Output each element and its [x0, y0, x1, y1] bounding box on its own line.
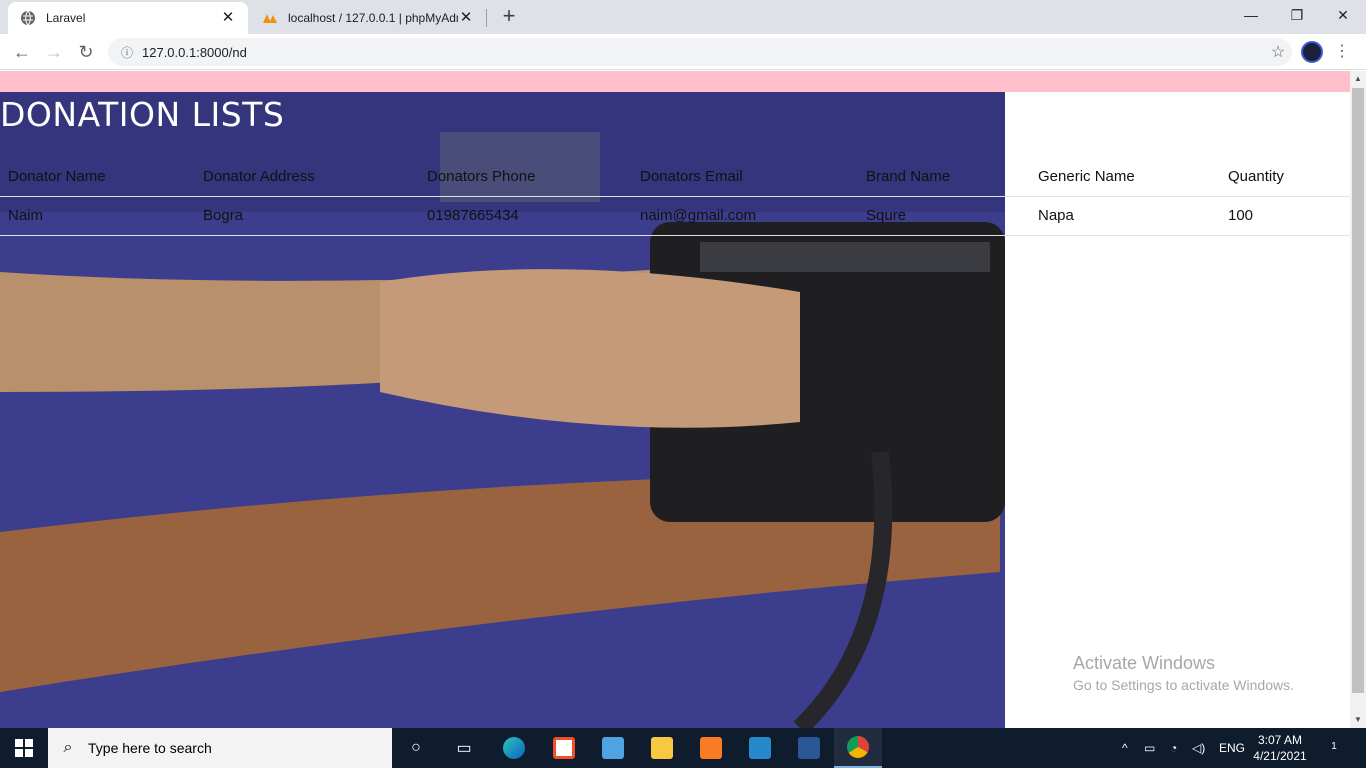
globe-icon: [21, 10, 35, 26]
header-brand-name: Brand Name: [858, 157, 1030, 197]
file-explorer-icon[interactable]: [638, 728, 686, 768]
activate-windows-title: Activate Windows: [1073, 653, 1216, 673]
show-hidden-icons[interactable]: ^: [1122, 728, 1128, 768]
header-generic-name: Generic Name: [1030, 157, 1220, 197]
top-navbar: [0, 71, 1350, 92]
cell-quantity: 100: [1220, 196, 1350, 236]
back-button[interactable]: ←: [8, 38, 36, 66]
scroll-up-icon[interactable]: ▲: [1350, 71, 1366, 87]
scroll-down-icon[interactable]: ▼: [1350, 712, 1366, 728]
cell-donator-name: Naim: [0, 196, 195, 236]
header-donators-email: Donators Email: [632, 157, 858, 197]
header-quantity: Quantity: [1220, 157, 1350, 197]
tab-separator: [486, 9, 487, 27]
notification-count: 1: [1331, 741, 1337, 752]
cell-generic-name: Napa: [1030, 196, 1220, 236]
chrome-icon[interactable]: [834, 728, 882, 768]
header-donator-name: Donator Name: [0, 157, 195, 197]
cell-donator-address: Bogra: [195, 196, 419, 236]
bookmark-star-icon[interactable]: ☆: [1264, 42, 1292, 62]
browser-menu-icon[interactable]: ⋮: [1334, 40, 1350, 64]
header-donators-phone: Donators Phone: [419, 157, 632, 197]
scroll-thumb[interactable]: [1352, 88, 1364, 693]
restore-button[interactable]: ❐: [1274, 0, 1320, 32]
cell-donators-phone: 01987665434: [419, 196, 632, 236]
activate-windows-subtitle: Go to Settings to activate Windows.: [1073, 677, 1294, 693]
reload-button[interactable]: ↻: [72, 38, 100, 66]
tab-close-icon[interactable]: ✕: [220, 10, 236, 26]
language-indicator[interactable]: ENG: [1219, 728, 1245, 768]
search-placeholder: Type here to search: [88, 740, 212, 756]
clock-date: 4/21/2021: [1253, 749, 1307, 763]
table-header-row: Donator Name Donator Address Donators Ph…: [0, 157, 1350, 197]
word-icon[interactable]: [785, 728, 833, 768]
minimize-button[interactable]: —: [1228, 0, 1274, 32]
browser-toolbar: ← → ↻ ⓘ 127.0.0.1:8000/nd ☆ ⋮: [0, 34, 1366, 70]
donation-table: Donator Name Donator Address Donators Ph…: [0, 157, 1350, 236]
xampp-icon[interactable]: [687, 728, 735, 768]
battery-icon[interactable]: ▭: [1144, 728, 1155, 768]
network-icon[interactable]: ◔: [1170, 728, 1177, 768]
tab-close-icon[interactable]: ✕: [458, 10, 474, 26]
notification-center-icon[interactable]: 1: [1322, 736, 1346, 760]
clock-time: 3:07 AM: [1257, 733, 1303, 747]
volume-icon[interactable]: ◁): [1192, 728, 1205, 768]
search-icon: ⌕: [63, 739, 73, 756]
windows-logo-icon: [15, 739, 33, 757]
info-icon[interactable]: ⓘ: [112, 44, 142, 61]
tab-title: localhost / 127.0.0.1 | phpMyAdm: [288, 11, 458, 25]
page-scrollbar[interactable]: ▲ ▼: [1350, 71, 1366, 728]
start-button[interactable]: [0, 728, 48, 768]
cell-donators-email: naim@gmail.com: [632, 196, 858, 236]
tab-phpmyadmin[interactable]: localhost / 127.0.0.1 | phpMyAdm ✕: [250, 2, 486, 34]
address-bar[interactable]: ⓘ 127.0.0.1:8000/nd ☆: [108, 38, 1292, 66]
window-close-button[interactable]: ✕: [1320, 0, 1366, 32]
tab-laravel[interactable]: Laravel ✕: [8, 2, 248, 34]
mail-icon[interactable]: [589, 728, 637, 768]
header-donator-address: Donator Address: [195, 157, 419, 197]
edge-icon[interactable]: [490, 728, 538, 768]
store-icon[interactable]: [540, 728, 588, 768]
page-viewport: DONATION LISTS Donator Name Donator Addr…: [0, 71, 1350, 728]
tab-strip: Laravel ✕ localhost / 127.0.0.1 | phpMyA…: [0, 0, 1366, 34]
url-text[interactable]: 127.0.0.1:8000/nd: [142, 45, 1264, 60]
table-row: Naim Bogra 01987665434 naim@gmail.com Sq…: [0, 196, 1350, 236]
windows-taskbar: ⌕ Type here to search ○ ▭ ^ ▭ ◔ ◁) ENG 3…: [0, 728, 1366, 768]
taskbar-clock[interactable]: 3:07 AM 4/21/2021: [1252, 732, 1308, 764]
profile-avatar[interactable]: [1301, 41, 1323, 63]
vscode-icon[interactable]: [736, 728, 784, 768]
cell-brand-name: Squre: [858, 196, 1030, 236]
forward-button[interactable]: →: [40, 38, 68, 66]
phpmyadmin-icon: [263, 14, 277, 23]
cortana-icon[interactable]: ○: [392, 728, 440, 768]
taskbar-search-box[interactable]: ⌕ Type here to search: [48, 728, 392, 768]
new-tab-button[interactable]: +: [497, 5, 521, 29]
page-title: DONATION LISTS: [0, 95, 285, 134]
tab-title: Laravel: [46, 11, 86, 25]
task-view-icon[interactable]: ▭: [440, 728, 488, 768]
